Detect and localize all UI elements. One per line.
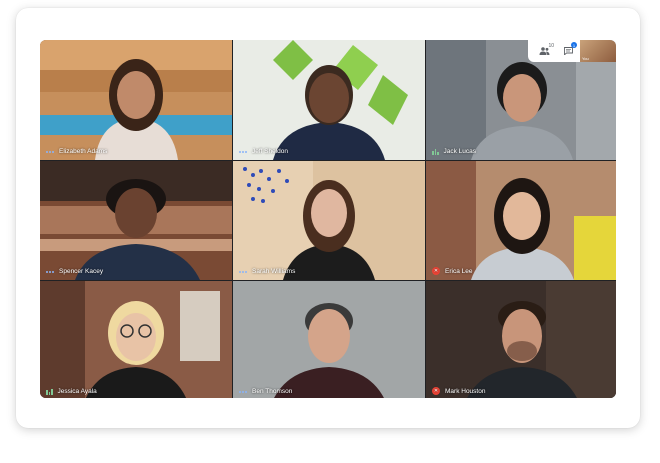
mic-off-icon: ✕ bbox=[432, 267, 440, 275]
participant-label: ✕ Mark Houston bbox=[432, 387, 485, 395]
self-view-thumbnail[interactable]: You bbox=[580, 40, 616, 62]
participant-tile[interactable]: ✕ Erica Lee bbox=[426, 161, 616, 280]
participant-name: Mark Houston bbox=[445, 387, 486, 395]
chat-button[interactable]: 1 bbox=[556, 40, 580, 62]
participant-name: Jessica Ayala bbox=[57, 388, 97, 395]
participant-label: Ben Thomson bbox=[239, 388, 292, 395]
participant-tile[interactable]: Sarah Williams bbox=[233, 161, 425, 280]
participant-name: Spencer Kacey bbox=[59, 268, 104, 275]
participants-button[interactable]: 10 bbox=[532, 40, 556, 62]
speaking-icon bbox=[239, 150, 247, 153]
speaking-icon bbox=[239, 390, 247, 393]
mic-off-icon: ✕ bbox=[432, 387, 440, 395]
participant-tile[interactable]: 10 1 You Jack Lucas bbox=[426, 40, 616, 160]
video-feed bbox=[40, 40, 232, 160]
participant-tile[interactable]: Ben Thomson bbox=[233, 281, 425, 398]
participant-name: Jeff Sheldon bbox=[252, 148, 289, 155]
participant-label: Jeff Sheldon bbox=[239, 148, 288, 155]
video-feed bbox=[233, 161, 425, 280]
meeting-toolbar: 10 1 You bbox=[528, 40, 616, 62]
participant-label: Sarah Williams bbox=[239, 268, 295, 275]
video-feed bbox=[233, 40, 425, 160]
video-grid: Elizabeth Adams Jeff Sheldon 10 1 You Ja… bbox=[40, 40, 616, 398]
participant-label: ✕ Erica Lee bbox=[432, 267, 472, 275]
participant-name: Erica Lee bbox=[445, 267, 473, 275]
participants-count: 10 bbox=[548, 43, 554, 49]
participant-tile[interactable]: ✕ Mark Houston bbox=[426, 281, 616, 398]
video-feed bbox=[426, 161, 616, 280]
audio-level-icon bbox=[432, 148, 439, 155]
speaking-icon bbox=[46, 270, 54, 273]
video-feed bbox=[40, 281, 232, 398]
participant-tile[interactable]: Spencer Kacey bbox=[40, 161, 232, 280]
participant-label: Jack Lucas bbox=[432, 148, 476, 155]
participant-tile[interactable]: Jessica Ayala bbox=[40, 281, 232, 398]
participant-tile[interactable]: Jeff Sheldon bbox=[233, 40, 425, 160]
speaking-icon bbox=[239, 270, 247, 273]
participant-name: Sarah Williams bbox=[252, 268, 296, 275]
self-view-label: You bbox=[582, 56, 589, 61]
video-feed bbox=[40, 161, 232, 280]
chat-count-badge: 1 bbox=[571, 42, 577, 48]
participant-name: Elizabeth Adams bbox=[59, 148, 108, 155]
audio-level-icon bbox=[46, 388, 53, 395]
participant-tile[interactable]: Elizabeth Adams bbox=[40, 40, 232, 160]
video-feed bbox=[233, 281, 425, 398]
chat-icon bbox=[563, 47, 573, 55]
participant-label: Spencer Kacey bbox=[46, 268, 103, 275]
speaking-icon bbox=[46, 150, 54, 153]
participant-label: Elizabeth Adams bbox=[46, 148, 107, 155]
participant-label: Jessica Ayala bbox=[46, 388, 97, 395]
participant-name: Ben Thomson bbox=[252, 388, 293, 395]
participant-name: Jack Lucas bbox=[443, 148, 477, 155]
video-feed bbox=[426, 281, 616, 398]
